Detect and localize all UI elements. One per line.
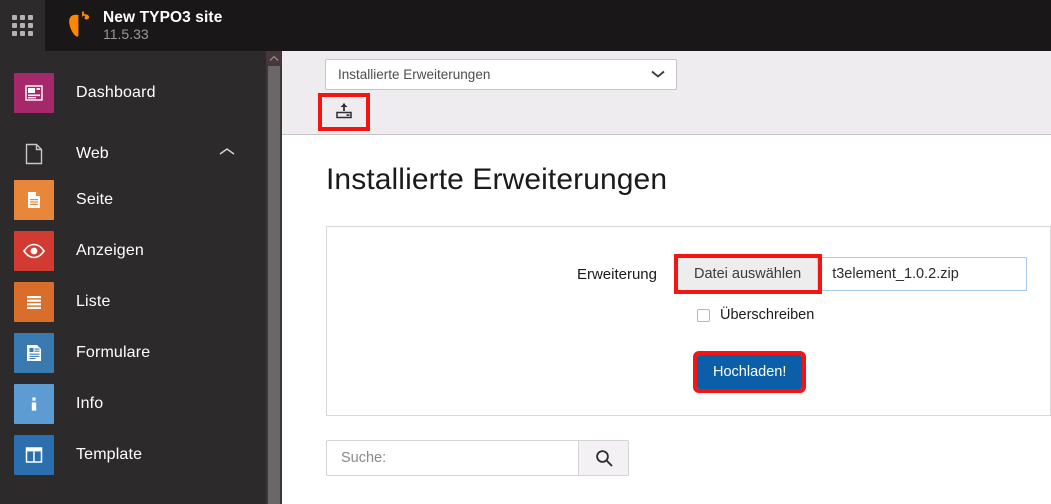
file-browse-button[interactable]: Datei auswählen: [673, 254, 823, 294]
sidebar-item-liste[interactable]: Liste: [0, 276, 266, 327]
overwrite-checkbox-row[interactable]: Überschreiben: [697, 307, 814, 323]
button-bar: [318, 93, 370, 131]
sidebar-item-label: Dashboard: [76, 83, 156, 101]
typo3-backend: New TYPO3 site 11.5.33 Dashboard Web Sei…: [0, 0, 1051, 504]
sidebar-item-label: Anzeigen: [76, 241, 144, 259]
sidebar-item-info[interactable]: Info: [0, 378, 266, 429]
top-bar: New TYPO3 site 11.5.33: [0, 0, 1051, 51]
page-outline-icon: [14, 142, 54, 166]
selected-file-name: t3element_1.0.2.zip: [832, 266, 959, 282]
template-icon: [14, 434, 54, 475]
page-title: Installierte Erweiterungen: [326, 163, 668, 196]
extension-file-row: Erweiterung Datei auswählen t3element_1.…: [327, 254, 1050, 294]
sidebar-item-seite[interactable]: Seite: [0, 174, 266, 225]
module-select-value: Installierte Erweiterungen: [338, 67, 491, 82]
sidebar-item-formulare[interactable]: Formulare: [0, 327, 266, 378]
submit-row: Hochladen!: [692, 351, 807, 393]
site-name: New TYPO3 site: [103, 8, 223, 26]
extension-field-label: Erweiterung: [576, 265, 657, 283]
chevron-down-icon: [650, 67, 666, 82]
sidebar-item-label: Liste: [76, 292, 111, 310]
page-icon: [14, 179, 54, 220]
typo3-logo: [69, 11, 89, 37]
module-menu-sidebar: Dashboard Web Seite Anzeigen Liste Formu…: [0, 51, 266, 504]
upload-tray-icon: [336, 103, 352, 119]
grid-menu-icon: [12, 15, 33, 36]
scroll-up-arrow-icon[interactable]: [266, 51, 282, 66]
upload-extension-button[interactable]: [318, 93, 370, 131]
document-header: Installierte Erweiterungen: [282, 51, 1051, 135]
eye-icon: [14, 230, 54, 271]
brand: New TYPO3 site 11.5.33: [45, 0, 222, 51]
search-submit-button[interactable]: [578, 440, 629, 476]
sidebar-item-label: Seite: [76, 190, 114, 208]
module-menu-toggle-button[interactable]: [0, 0, 45, 51]
module-select-wrapper: Installierte Erweiterungen: [325, 59, 677, 90]
sidebar-item-template[interactable]: Template: [0, 429, 266, 480]
overwrite-label: Überschreiben: [720, 307, 815, 323]
dashboard-icon: [14, 72, 54, 113]
sidebar-item-label: Template: [76, 445, 143, 463]
sidebar-item-anzeigen[interactable]: Anzeigen: [0, 225, 266, 276]
form-icon: [14, 332, 54, 373]
module-body: Installierte Erweiterungen Erweiterung D…: [282, 163, 1051, 476]
upload-form-panel: Erweiterung Datei auswählen t3element_1.…: [326, 226, 1051, 416]
module-select[interactable]: Installierte Erweiterungen: [325, 59, 677, 90]
search-input[interactable]: [326, 440, 578, 476]
sidebar-item-dashboard[interactable]: Dashboard: [0, 67, 266, 118]
search-icon: [595, 450, 612, 467]
extension-file-input[interactable]: Datei auswählen t3element_1.0.2.zip: [673, 254, 1027, 294]
sidebar-item-label: Info: [76, 394, 104, 412]
sidebar-group-label: Web: [76, 145, 109, 162]
overwrite-checkbox[interactable]: [697, 308, 710, 322]
chevron-up-icon[interactable]: [218, 145, 236, 163]
typo3-version: 11.5.33: [103, 26, 149, 43]
upload-submit-button[interactable]: Hochladen!: [692, 351, 807, 393]
content-area: Installierte Erweiterungen Installierte …: [282, 51, 1051, 504]
scrollbar-thumb[interactable]: [268, 66, 280, 504]
sidebar-scrollbar[interactable]: [266, 51, 282, 504]
sidebar-item-label: Formulare: [76, 343, 151, 361]
sidebar-group-web[interactable]: Web: [0, 134, 266, 174]
info-icon: [14, 383, 54, 424]
list-icon: [14, 281, 54, 322]
search-row: [326, 440, 1007, 476]
